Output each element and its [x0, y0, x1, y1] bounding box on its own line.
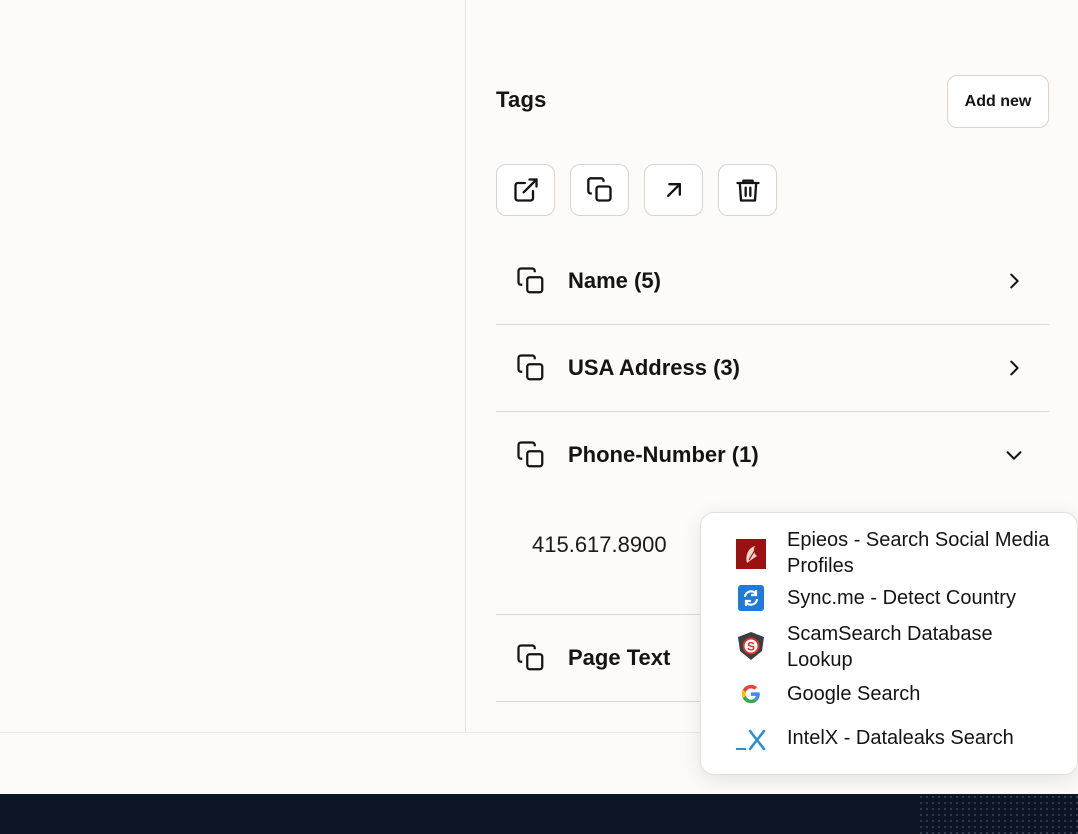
- trash-icon: [735, 179, 760, 202]
- copy-button[interactable]: [570, 164, 629, 216]
- open-arrow-button[interactable]: [644, 164, 703, 216]
- menu-item-epieos[interactable]: Epieos - Search Social Media Profiles: [701, 527, 1078, 581]
- copy-icon[interactable]: [516, 353, 546, 383]
- phone-number-value[interactable]: 415.617.8900: [532, 532, 667, 558]
- menu-item-scamsearch[interactable]: S ScamSearch Database Lookup: [701, 621, 1078, 675]
- syncme-icon: [738, 585, 764, 611]
- copy-icon[interactable]: [516, 440, 546, 470]
- menu-item-label: Sync.me - Detect Country: [787, 587, 1016, 609]
- arrow-up-right-icon: [666, 183, 681, 197]
- section-label: Phone-Number (1): [568, 441, 759, 467]
- phone-lookup-menu: Epieos - Search Social Media Profiles Sy…: [700, 512, 1078, 775]
- open-external-button[interactable]: [496, 164, 555, 216]
- menu-item-syncme[interactable]: Sync.me - Detect Country: [701, 585, 1078, 615]
- external-link-icon: [513, 178, 538, 202]
- section-label: USA Address (3): [568, 354, 740, 380]
- scamsearch-icon: S: [738, 632, 764, 660]
- copy-icon[interactable]: [516, 266, 546, 296]
- dark-bottom-bar: [0, 794, 1078, 834]
- copy-icon[interactable]: [516, 643, 546, 673]
- chevron-down-icon: [1006, 450, 1022, 460]
- menu-item-intelx[interactable]: IntelX - Dataleaks Search: [701, 725, 1078, 755]
- section-label: Page Text: [568, 644, 671, 670]
- copy-icon: [586, 177, 612, 202]
- svg-text:S: S: [747, 640, 755, 654]
- tag-section-phone-number[interactable]: Phone-Number (1): [496, 411, 1049, 498]
- tags-title: Tags: [496, 87, 547, 112]
- menu-item-label: Google Search: [787, 683, 921, 705]
- dot-pattern: [918, 794, 1078, 834]
- google-icon: [741, 684, 760, 704]
- chevron-right-icon: [1010, 273, 1019, 288]
- section-label: Name (5): [568, 267, 661, 293]
- delete-button[interactable]: [718, 164, 777, 216]
- add-new-button[interactable]: Add new: [947, 75, 1049, 128]
- intelx-icon: [736, 729, 766, 751]
- left-pane: [0, 0, 466, 732]
- menu-item-label: Epieos - Search Social Media Profiles: [787, 529, 1050, 577]
- menu-item-google[interactable]: Google Search: [701, 681, 1078, 711]
- tag-section-usa-address[interactable]: USA Address (3): [496, 324, 1049, 411]
- tag-section-name[interactable]: Name (5): [496, 237, 1049, 324]
- menu-item-label: ScamSearch Database Lookup: [787, 623, 993, 671]
- chevron-right-icon: [1010, 360, 1019, 375]
- menu-item-label: IntelX - Dataleaks Search: [787, 727, 1014, 749]
- epieos-icon: [736, 539, 766, 569]
